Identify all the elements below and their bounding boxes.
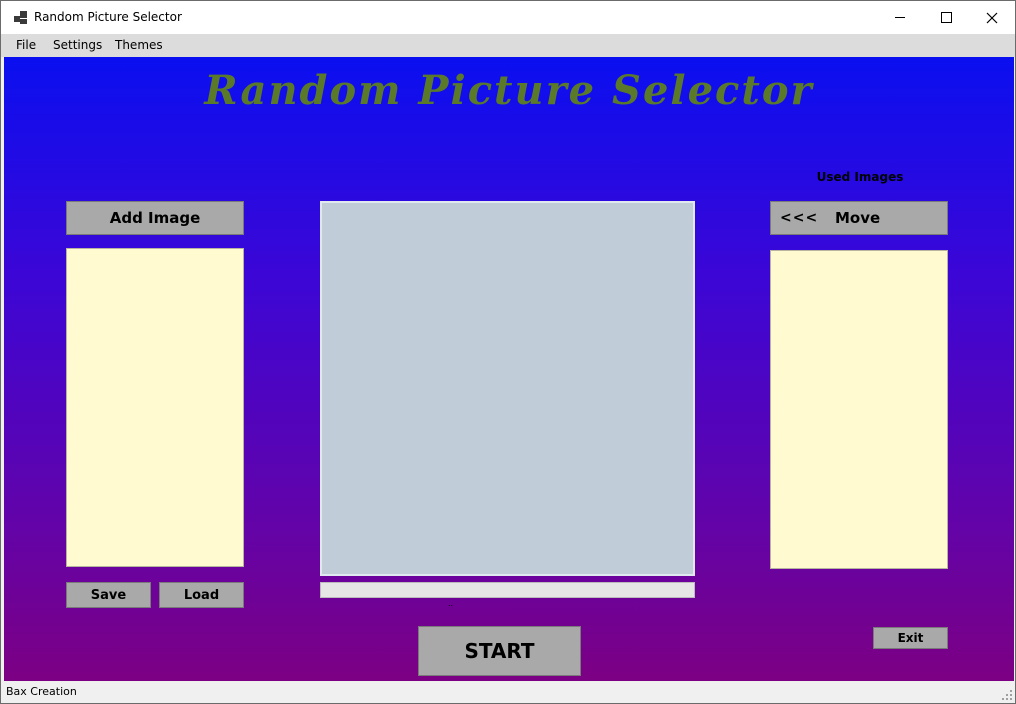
minimize-icon: [895, 17, 905, 18]
move-button[interactable]: <<< Move: [770, 201, 948, 235]
start-button[interactable]: START: [418, 626, 581, 676]
status-bar: Bax Creation: [1, 681, 1015, 703]
app-window: Random Picture Selector File Settings Th…: [0, 0, 1016, 704]
used-image-list[interactable]: [770, 250, 948, 569]
maximize-button[interactable]: [923, 1, 969, 34]
title-bar[interactable]: Random Picture Selector: [1, 1, 1015, 34]
resize-grip-icon[interactable]: [1002, 690, 1012, 700]
picture-display: [320, 201, 695, 576]
window-title: Random Picture Selector: [34, 10, 182, 24]
status-text: Bax Creation: [6, 685, 77, 698]
minimize-button[interactable]: [877, 1, 923, 34]
load-button[interactable]: Load: [159, 582, 244, 608]
maximize-icon: [940, 12, 952, 23]
used-images-label: Used Images: [816, 170, 904, 184]
menu-file[interactable]: File: [16, 38, 36, 52]
progress-bar: [320, 582, 695, 598]
move-arrows-icon: <<<: [780, 210, 819, 226]
save-button[interactable]: Save: [66, 582, 151, 608]
menu-bar: File Settings Themes: [1, 34, 1015, 57]
menu-settings[interactable]: Settings: [53, 38, 102, 52]
exit-button[interactable]: Exit: [873, 627, 948, 649]
close-button[interactable]: [969, 1, 1015, 34]
move-label: Move: [835, 209, 881, 227]
app-icon: [14, 11, 27, 24]
app-heading: Random Picture Selector: [204, 67, 814, 114]
image-list[interactable]: [66, 248, 244, 567]
progress-caption: ..: [448, 599, 454, 608]
menu-themes[interactable]: Themes: [115, 38, 163, 52]
add-image-button[interactable]: Add Image: [66, 201, 244, 235]
main-panel: Random Picture Selector Add Image Save L…: [4, 57, 1014, 681]
close-icon: [986, 12, 998, 23]
